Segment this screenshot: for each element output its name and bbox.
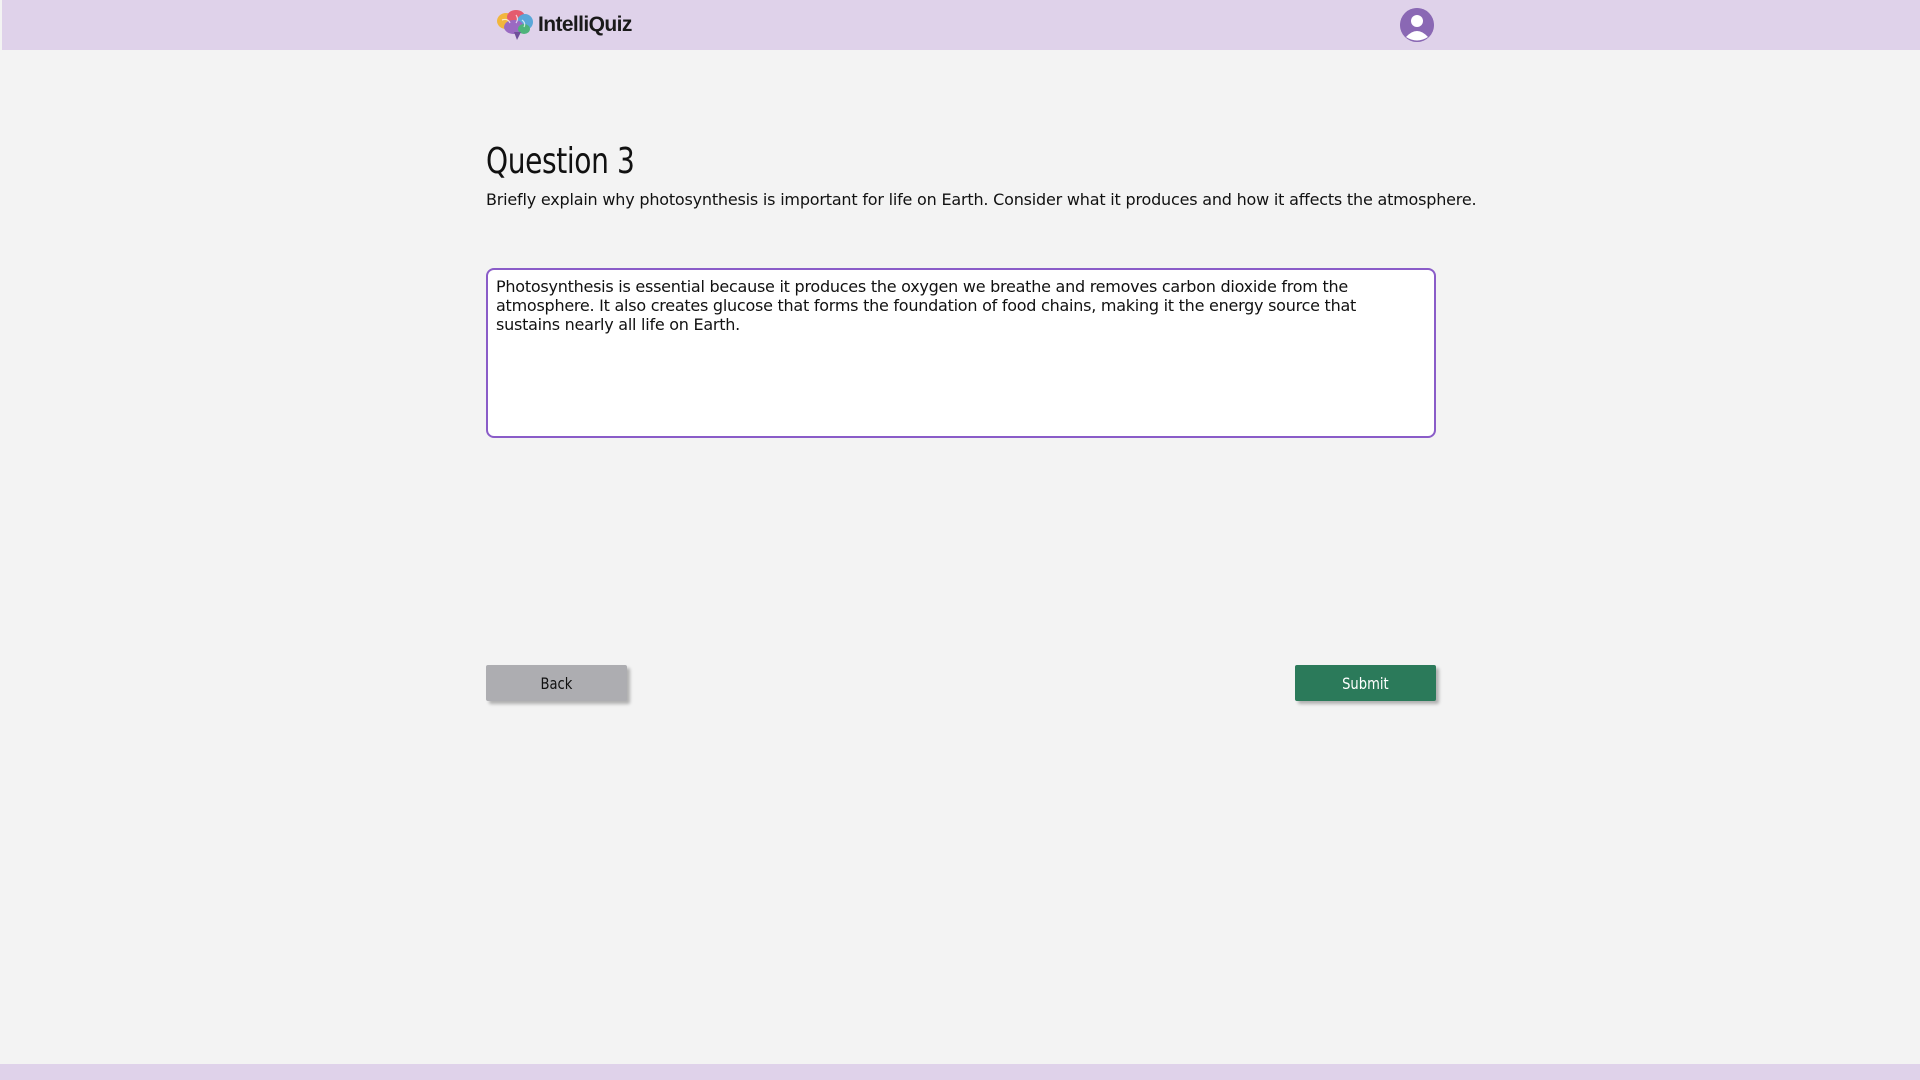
question-section: Question 3 Briefly explain why photosynt… xyxy=(486,138,1477,210)
quiz-page: IntelliQuiz Question 3 Briefly explain w… xyxy=(0,0,1920,1080)
top-navigation-bar: IntelliQuiz xyxy=(2,0,1920,50)
app-name: IntelliQuiz xyxy=(538,13,632,36)
user-avatar-icon xyxy=(1400,8,1434,42)
brain-icon xyxy=(497,10,533,40)
submit-button-label: Submit xyxy=(1342,673,1389,693)
answer-textarea[interactable]: Photosynthesis is essential because it p… xyxy=(486,268,1436,438)
submit-button[interactable]: Submit xyxy=(1295,665,1436,701)
back-button-label: Back xyxy=(540,673,573,693)
question-title: Question 3 xyxy=(486,141,635,182)
back-button[interactable]: Back xyxy=(486,665,627,701)
question-prompt: Briefly explain why photosynthesis is im… xyxy=(486,190,1477,209)
brand-logo-link[interactable]: IntelliQuiz xyxy=(494,8,632,42)
footer-strip xyxy=(0,1064,1920,1080)
user-avatar-button[interactable] xyxy=(1400,8,1434,42)
